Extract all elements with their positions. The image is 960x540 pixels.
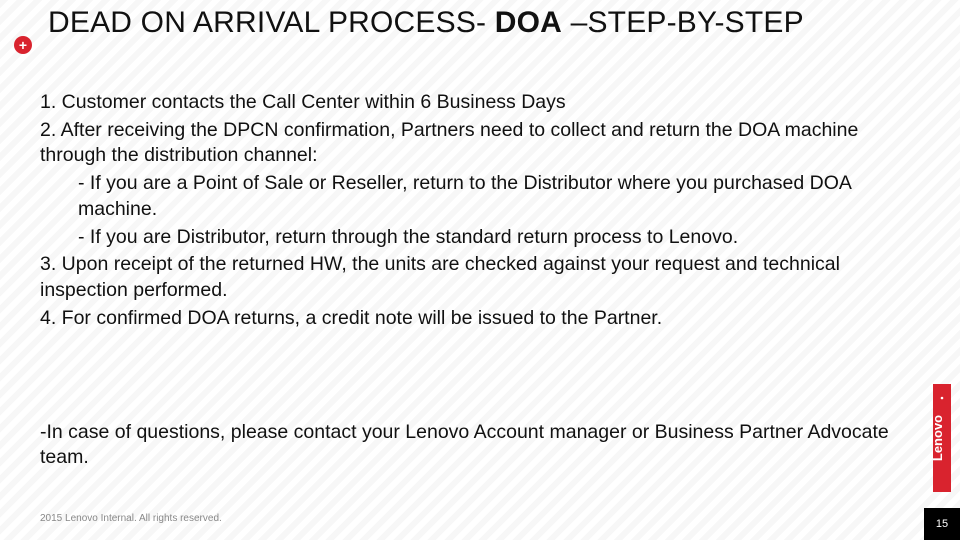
step-2: 2. After receiving the DPCN confirmation… <box>40 118 914 169</box>
step-1: 1. Customer contacts the Call Center wit… <box>40 90 914 116</box>
plus-icon: + <box>14 36 32 54</box>
step-4: 4. For confirmed DOA returns, a credit n… <box>40 306 914 332</box>
slide-body: 1. Customer contacts the Call Center wit… <box>40 90 914 334</box>
title-pre: DEAD ON ARRIVAL PROCESS- <box>48 6 495 39</box>
title-post: –STEP-BY-STEP <box>562 6 804 39</box>
step-2b: - If you are Distributor, return through… <box>40 225 914 251</box>
step-2a: - If you are a Point of Sale or Reseller… <box>40 171 914 222</box>
footer-copyright: 2015 Lenovo Internal. All rights reserve… <box>40 513 222 524</box>
slide: + DEAD ON ARRIVAL PROCESS- DOA –STEP-BY-… <box>0 0 960 540</box>
page-number: 15 <box>924 508 960 540</box>
contact-note: -In case of questions, please contact yo… <box>40 420 900 471</box>
brand-text: Lenovo <box>933 415 945 461</box>
slide-title: DEAD ON ARRIVAL PROCESS- DOA –STEP-BY-ST… <box>48 6 920 41</box>
lenovo-logo: Lenovo <box>933 384 951 492</box>
title-bold: DOA <box>495 6 562 39</box>
step-3: 3. Upon receipt of the returned HW, the … <box>40 252 914 303</box>
